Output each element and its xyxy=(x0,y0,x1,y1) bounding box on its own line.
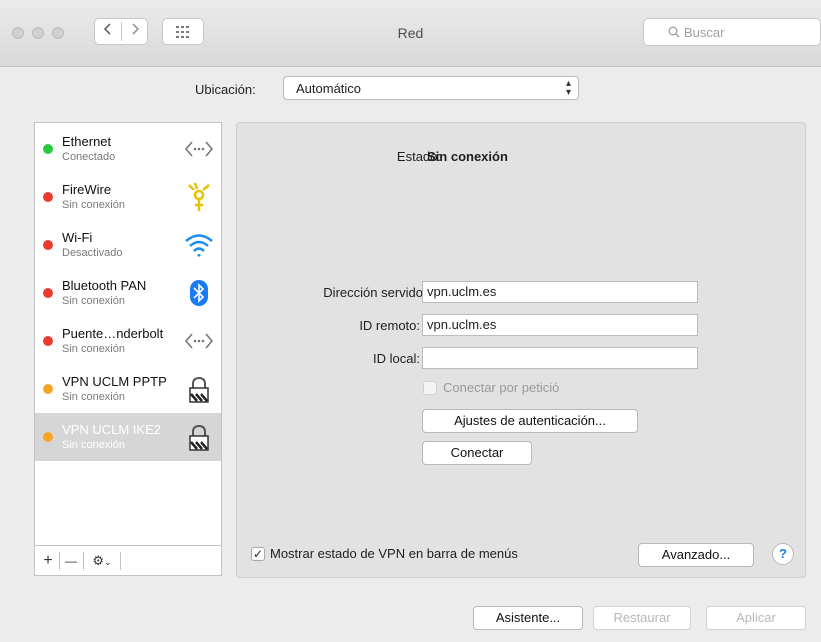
status-dot xyxy=(43,432,53,442)
connect-on-demand-label: Conectar por petició xyxy=(443,380,560,395)
thunderbolt-bridge-icon xyxy=(184,333,214,349)
wifi-icon xyxy=(185,234,213,257)
gear-icon: ⚙ xyxy=(92,553,105,568)
status-dot xyxy=(43,192,53,202)
service-item-wifi[interactable]: Wi-Fi Desactivado xyxy=(35,221,221,269)
close-window-button[interactable] xyxy=(12,27,24,39)
status-dot xyxy=(43,144,53,154)
local-id-field[interactable] xyxy=(422,347,698,369)
status-dot xyxy=(43,384,53,394)
server-address-field[interactable]: vpn.uclm.es xyxy=(422,281,698,303)
service-status: Sin conexión xyxy=(62,295,125,307)
assistant-button[interactable]: Asistente... xyxy=(473,606,583,630)
remote-id-label: ID remoto: xyxy=(359,318,420,333)
search-field[interactable]: Buscar xyxy=(643,18,821,46)
service-status: Sin conexión xyxy=(62,439,125,451)
location-select[interactable]: Automático ▴ ▾ xyxy=(283,76,579,100)
revert-button[interactable]: Restaurar xyxy=(593,606,691,630)
service-item-bluetooth-pan[interactable]: Bluetooth PAN Sin conexión xyxy=(35,269,221,317)
service-status: Desactivado xyxy=(62,247,123,259)
ethernet-icon xyxy=(184,141,214,157)
status-dot xyxy=(43,336,53,346)
status-dot xyxy=(43,240,53,250)
bluetooth-icon xyxy=(190,280,208,306)
service-item-thunderbolt-bridge[interactable]: Puente…nderbolt Sin conexión xyxy=(35,317,221,365)
chevron-right-icon xyxy=(131,23,139,35)
authentication-settings-button[interactable]: Ajustes de autenticación... xyxy=(422,409,638,433)
connect-on-demand-checkbox[interactable] xyxy=(423,381,437,395)
status-dot xyxy=(43,288,53,298)
advanced-button[interactable]: Avanzado... xyxy=(638,543,754,567)
title-bar: Red Buscar xyxy=(0,0,821,67)
service-name: Ethernet xyxy=(62,134,112,149)
forward-button[interactable] xyxy=(122,19,147,44)
server-address-label: Dirección servido xyxy=(323,285,423,300)
add-service-button[interactable]: + xyxy=(39,552,57,570)
location-value: Automático xyxy=(296,81,362,96)
chevron-down-icon: ⌄ xyxy=(104,557,112,567)
local-id-label: ID local: xyxy=(373,351,420,366)
chevron-left-icon xyxy=(103,23,111,35)
service-item-vpn-ike2[interactable]: VPN UCLM IKE2 Sin conexión xyxy=(35,413,221,461)
vpn-detail-panel: Estado: Sin conexión Dirección servido v… xyxy=(236,122,806,578)
remote-id-field[interactable]: vpn.uclm.es xyxy=(422,314,698,336)
service-list-toolbar: + — ⚙⌄ xyxy=(34,546,222,576)
service-item-vpn-pptp[interactable]: VPN UCLM PPTP Sin conexión xyxy=(35,365,221,413)
status-value: Sin conexión xyxy=(427,149,508,164)
vpn-lock-icon xyxy=(189,424,209,451)
service-status: Sin conexión xyxy=(62,199,125,211)
back-forward-control xyxy=(94,18,148,45)
back-button[interactable] xyxy=(95,19,120,44)
service-name: VPN UCLM IKE2 xyxy=(62,422,161,437)
remove-service-button[interactable]: — xyxy=(62,552,80,570)
service-list: Ethernet Conectado FireWire Sin conexión… xyxy=(34,122,222,546)
service-name: FireWire xyxy=(62,182,112,197)
zoom-window-button[interactable] xyxy=(52,27,64,39)
service-name: Puente…nderbolt xyxy=(62,326,164,341)
location-label: Ubicación: xyxy=(195,82,256,97)
minimize-window-button[interactable] xyxy=(32,27,44,39)
connect-button[interactable]: Conectar xyxy=(422,441,532,465)
service-name: Wi-Fi xyxy=(62,230,93,245)
updown-arrows-icon: ▴ ▾ xyxy=(565,78,571,98)
service-status: Sin conexión xyxy=(62,343,125,355)
service-item-firewire[interactable]: FireWire Sin conexión xyxy=(35,173,221,221)
window-title: Red xyxy=(397,25,424,41)
help-button[interactable]: ? xyxy=(772,543,794,565)
firewire-icon xyxy=(188,182,210,211)
service-status: Sin conexión xyxy=(62,391,125,403)
service-name: VPN UCLM PPTP xyxy=(62,374,167,389)
search-icon xyxy=(668,26,680,38)
service-status: Conectado xyxy=(62,151,116,163)
grid-icon xyxy=(176,26,189,38)
status-label: Estado: xyxy=(396,149,441,164)
service-name: Bluetooth PAN xyxy=(62,278,147,293)
apply-button[interactable]: Aplicar xyxy=(706,606,806,630)
show-all-button[interactable] xyxy=(162,18,204,45)
vpn-lock-icon xyxy=(189,376,209,403)
search-placeholder: Buscar xyxy=(684,25,725,40)
show-vpn-status-label: Mostrar estado de VPN en barra de menús xyxy=(270,546,518,561)
gear-menu-button[interactable]: ⚙⌄ xyxy=(86,552,118,570)
show-vpn-status-checkbox[interactable]: ✓ xyxy=(251,547,265,561)
service-item-ethernet[interactable]: Ethernet Conectado xyxy=(35,125,221,173)
